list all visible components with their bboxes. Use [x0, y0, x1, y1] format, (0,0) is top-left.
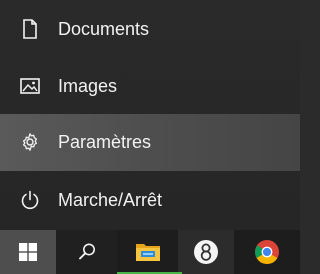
chrome-icon [254, 239, 280, 265]
document-icon [18, 17, 42, 41]
start-menu-item-settings[interactable]: Paramètres [0, 114, 300, 171]
app-8-taskbar-button[interactable] [178, 230, 234, 274]
menu-item-label: Images [58, 76, 118, 96]
menu-item-label: Paramètres [58, 132, 152, 152]
file-explorer-taskbar-button[interactable] [117, 230, 178, 274]
image-icon [18, 74, 42, 98]
start-button[interactable] [0, 230, 56, 274]
chrome-taskbar-button[interactable] [234, 230, 300, 274]
menu-item-label: Marche/Arrêt [58, 190, 163, 210]
start-menu-left-pane: Documents Images Paramètres Marche/Arrêt [0, 0, 300, 230]
gear-icon [18, 130, 42, 154]
start-menu-item-images[interactable]: Images [0, 58, 300, 114]
windows-logo-icon [19, 243, 37, 261]
app-8-icon [193, 239, 219, 265]
power-icon [18, 188, 42, 212]
search-button[interactable] [56, 230, 117, 274]
start-menu-item-documents[interactable]: Documents [0, 1, 300, 57]
desktop-crop: Documents Images Paramètres Marche/Arrêt [0, 0, 300, 274]
taskbar [0, 230, 300, 274]
file-explorer-icon [135, 241, 161, 263]
search-icon [76, 241, 98, 263]
start-menu-item-power[interactable]: Marche/Arrêt [0, 172, 300, 228]
menu-item-label: Documents [58, 19, 150, 39]
